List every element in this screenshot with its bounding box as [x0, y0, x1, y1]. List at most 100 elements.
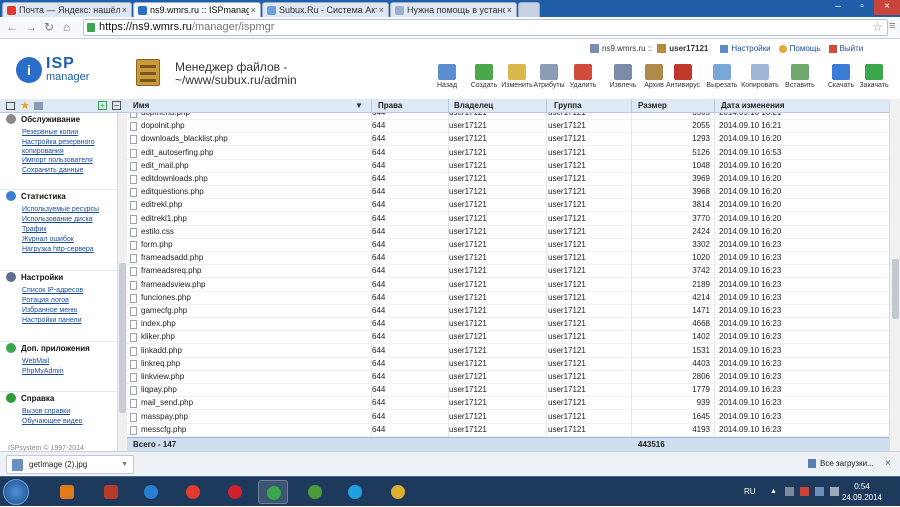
tray-alert-icon[interactable]	[800, 487, 809, 496]
game-button[interactable]	[383, 480, 413, 504]
table-row[interactable]: gamecfg.php 644 user17121 user17121 1471 2014…	[127, 305, 889, 318]
table-row[interactable]: editdownloads.php 644 user17121 user17121 39…	[127, 173, 889, 186]
logout-link[interactable]: Выйти	[840, 44, 864, 53]
expand-all-icon[interactable]: +	[98, 101, 107, 110]
chrome-button[interactable]	[258, 480, 288, 504]
table-row[interactable]: frameadsview.php 644 user17121 user17121 218…	[127, 279, 889, 292]
table-row[interactable]: edit_mail.php 644 user17121 user17121 1048 20…	[127, 160, 889, 173]
menu-icon[interactable]: ≡	[889, 20, 895, 32]
toolbar-button-delete[interactable]: Удалить	[562, 64, 604, 89]
table-row[interactable]: index.php 644 user17121 user17121 4668 2014.0…	[127, 318, 889, 332]
table-row[interactable]: linkadd.php 644 user17121 user17121 1531 2014…	[127, 345, 889, 358]
tray-app-button[interactable]	[300, 480, 330, 504]
col-name[interactable]: Имя	[133, 101, 149, 110]
toolbar-button-antivirus[interactable]: Антивирус	[662, 64, 704, 89]
start-button[interactable]	[3, 479, 29, 505]
sidebar-item[interactable]: Ротация логов	[0, 296, 117, 306]
table-row[interactable]: frameadsadd.php 644 user17121 user17121 1020…	[127, 252, 889, 266]
toolbar-button-cut[interactable]: Вырезать	[701, 64, 743, 89]
new-tab-button[interactable]	[518, 2, 540, 17]
close-icon[interactable]: ×	[885, 458, 891, 469]
address-bar[interactable]: https://ns9.wmrs.ru/manager/ispmgr ☆	[83, 19, 888, 36]
back-icon[interactable]: ←	[6, 20, 18, 34]
col-perms[interactable]: Права	[378, 101, 402, 110]
sidebar-group-header[interactable]: Настройки	[0, 270, 117, 283]
collapse-all-icon[interactable]: –	[112, 101, 121, 110]
sidebar-item[interactable]: Резервные копии	[0, 128, 117, 138]
reload-icon[interactable]: ↻	[44, 20, 54, 34]
col-mtime[interactable]: Дата изменения	[721, 101, 785, 110]
toolbar-button-copy[interactable]: Копировать	[739, 64, 781, 89]
sidebar-item[interactable]: Журнал ошибок	[0, 235, 117, 245]
table-row[interactable]: form.php 644 user17121 user17121 3302 2014.09…	[127, 239, 889, 252]
help-link[interactable]: Помощь	[790, 44, 821, 53]
settings-link[interactable]: Настройки	[731, 44, 770, 53]
bookmark-star-icon[interactable]: ☆	[872, 20, 883, 35]
sidebar-scroll-thumb[interactable]	[119, 263, 126, 413]
yandex-browser-button[interactable]	[178, 480, 208, 504]
skype-button[interactable]	[340, 480, 370, 504]
favorites-star-icon[interactable]: ★	[20, 99, 30, 112]
home-icon[interactable]: ⌂	[63, 20, 70, 34]
tab-yandex-mail[interactable]: Почта — Яндекс: нашёлся ×	[2, 2, 132, 17]
table-row[interactable]: downloads_blacklist.php 644 user17121 user1…	[127, 133, 889, 147]
col-size[interactable]: Размер	[638, 101, 667, 110]
sidebar-item[interactable]: Сохранить данные	[0, 166, 117, 176]
table-row[interactable]: editquestions.php 644 user17121 user17121 39…	[127, 186, 889, 200]
table-row[interactable]: editrekl.php 644 user17121 user17121 3814 201…	[127, 199, 889, 213]
table-row[interactable]: masspay.php 644 user17121 user17121 1645 2014…	[127, 411, 889, 424]
media-player-button[interactable]	[52, 480, 82, 504]
table-row[interactable]: frameadsreq.php 644 user17121 user17121 3742…	[127, 265, 889, 279]
sidebar-group-header[interactable]: Справка	[0, 391, 117, 404]
close-tab-icon[interactable]: ×	[251, 5, 256, 15]
table-row[interactable]: linkview.php 644 user17121 user17121 2806 201…	[127, 371, 889, 384]
sidebar-tree-icon[interactable]	[34, 102, 43, 110]
toolbar-button-back-arrow[interactable]: Назад	[426, 64, 468, 89]
tab-forum[interactable]: Нужна помощь в устано ×	[390, 2, 517, 17]
sidebar-group-header[interactable]: Статистика	[0, 189, 117, 202]
sidebar-item[interactable]: Избранное меню	[0, 306, 117, 316]
sidebar-list-icon[interactable]	[6, 102, 15, 110]
table-row[interactable]: linkreq.php 644 user17121 user17121 4403 2014…	[127, 358, 889, 371]
close-window-icon[interactable]: ×	[874, 0, 900, 15]
show-all-downloads[interactable]: Все загрузки...	[808, 459, 874, 469]
table-row[interactable]: dopmenu.php 644 user17121 user17121 3505 2014…	[127, 113, 889, 120]
sidebar-item[interactable]: Используемые ресурсы	[0, 205, 117, 215]
sidebar-item[interactable]: Вызов справки	[0, 407, 117, 417]
maximize-icon[interactable]: ▫	[850, 0, 874, 15]
table-row[interactable]: kliker.php 644 user17121 user17121 1402 2014.…	[127, 331, 889, 345]
tray-expand-icon[interactable]: ▲	[770, 488, 777, 495]
sidebar-item[interactable]: Настройка резервного копирования	[0, 138, 100, 156]
app-button[interactable]	[96, 480, 126, 504]
toolbar-button-upload[interactable]: Закачать	[853, 64, 895, 89]
network-icon[interactable]	[815, 487, 824, 496]
forward-icon[interactable]: →	[25, 20, 37, 34]
tray-app-icon[interactable]	[785, 487, 794, 496]
close-tab-icon[interactable]: ×	[122, 5, 127, 15]
clock[interactable]: 0:54 24.09.2014	[837, 481, 887, 503]
language-indicator[interactable]: RU	[744, 487, 756, 496]
toolbar-button-paste[interactable]: Вставить	[779, 64, 821, 89]
sidebar-item[interactable]: Нагрузка http-сервера	[0, 245, 117, 255]
table-row[interactable]: edit_autoserfing.php 644 user17121 user1712…	[127, 147, 889, 160]
close-tab-icon[interactable]: ×	[507, 5, 512, 15]
sidebar-item[interactable]: Настройки панели	[0, 316, 117, 326]
sidebar-item[interactable]: WebMail	[0, 357, 117, 367]
sort-desc-icon[interactable]: ▼	[355, 101, 363, 110]
table-row[interactable]: funciones.php 644 user17121 user17121 4214 20…	[127, 292, 889, 305]
chevron-down-icon[interactable]: ▼	[121, 456, 128, 473]
sidebar-scrollbar[interactable]	[117, 113, 127, 451]
download-item[interactable]: getImage (2).jpg ▼	[6, 455, 134, 474]
close-tab-icon[interactable]: ×	[379, 5, 384, 15]
opera-button[interactable]	[220, 480, 250, 504]
tab-ispmanager[interactable]: ns9.wmrs.ru :: ISPmanager ×	[133, 2, 261, 17]
table-row[interactable]: estilo.css 644 user17121 user17121 2424 2014.…	[127, 226, 889, 239]
col-group[interactable]: Группа	[554, 101, 582, 110]
sidebar-item[interactable]: Обучающее видео	[0, 417, 117, 427]
sidebar-item[interactable]: Использование диска	[0, 215, 117, 225]
sidebar-item[interactable]: Трафик	[0, 225, 117, 235]
minimize-icon[interactable]: –	[826, 0, 850, 15]
sidebar-group-header[interactable]: Обслуживание	[0, 113, 117, 125]
col-owner[interactable]: Владелец	[454, 101, 493, 110]
grid-scrollbar[interactable]	[889, 99, 900, 451]
